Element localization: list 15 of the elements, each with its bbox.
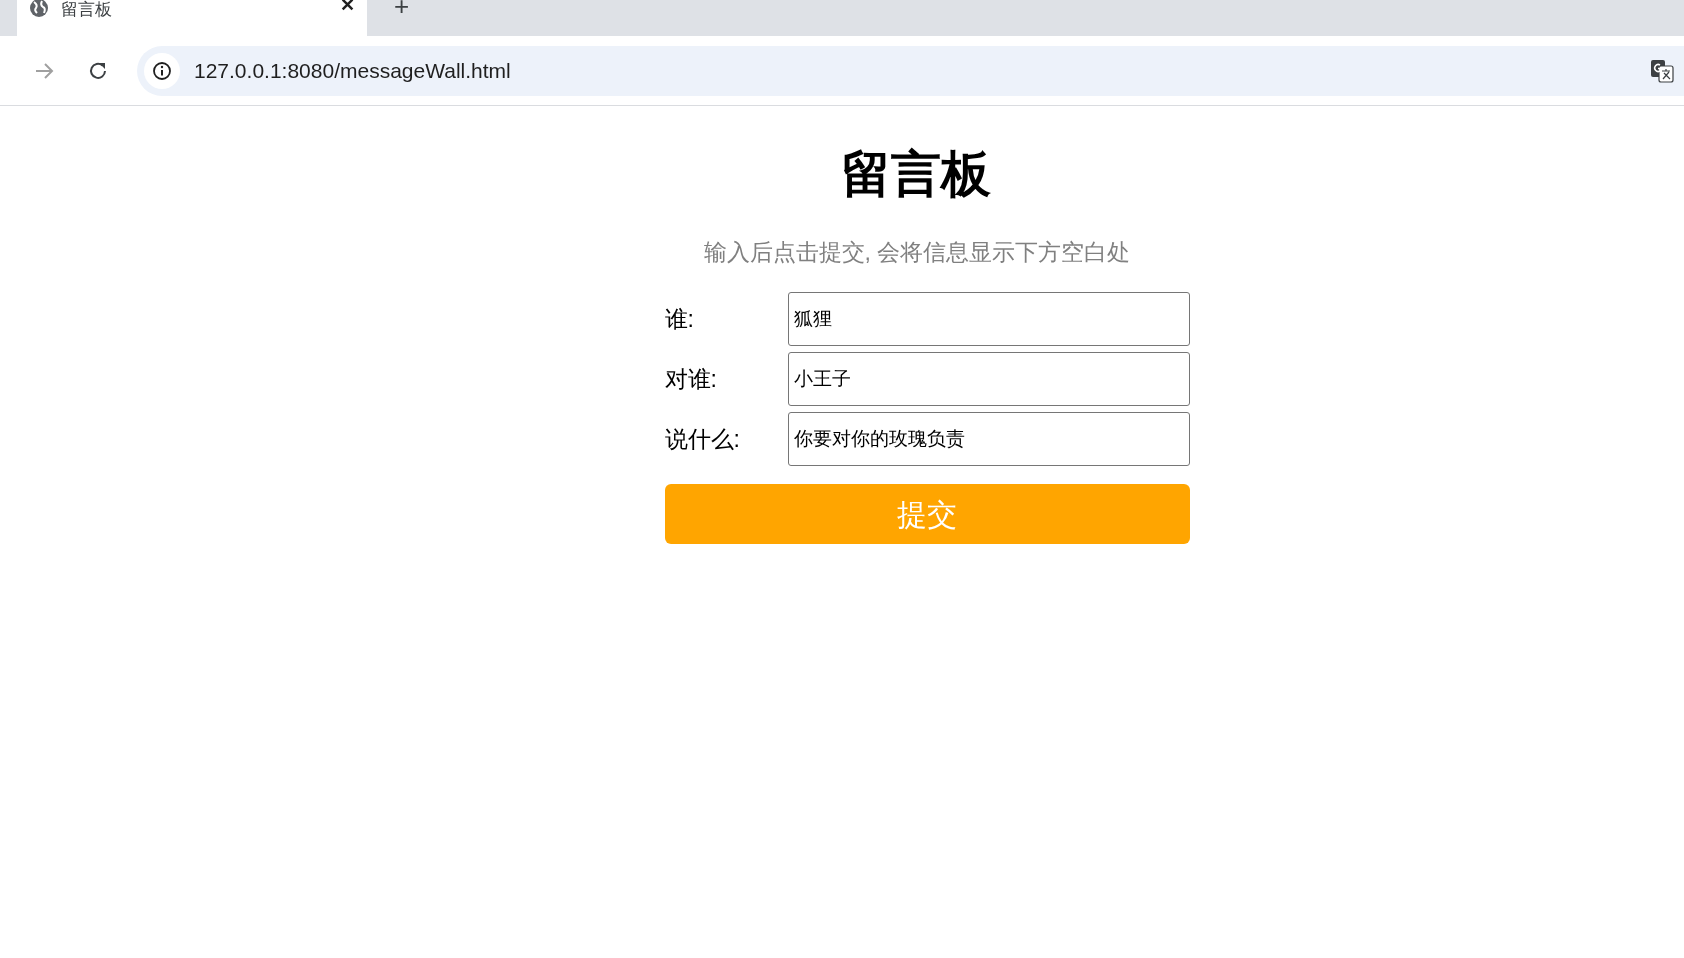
- field-label: 谁:: [664, 304, 695, 334]
- globe-icon: [29, 0, 49, 18]
- text-field[interactable]: 你要对你的玫瑰负责: [787, 412, 1190, 466]
- page-title: 留言板: [841, 145, 991, 204]
- field-label: 对谁:: [664, 364, 718, 394]
- info-icon[interactable]: [152, 60, 172, 81]
- translate-icon[interactable]: [1650, 58, 1674, 83]
- text-field[interactable]: 小王子: [787, 352, 1190, 406]
- tab-title: 留言板: [61, 1, 113, 19]
- url-text: 127.0.0.1:8080/messageWall.html: [194, 57, 512, 84]
- field-label: 说什么:: [664, 424, 741, 454]
- address-bar[interactable]: 127.0.0.1:8080/messageWall.html: [137, 45, 1684, 96]
- text-field[interactable]: 狐狸: [787, 292, 1190, 346]
- page-subtitle: 输入后点击提交, 会将信息显示下方空白处: [703, 238, 1131, 267]
- new-tab-button[interactable]: +: [394, 0, 410, 15]
